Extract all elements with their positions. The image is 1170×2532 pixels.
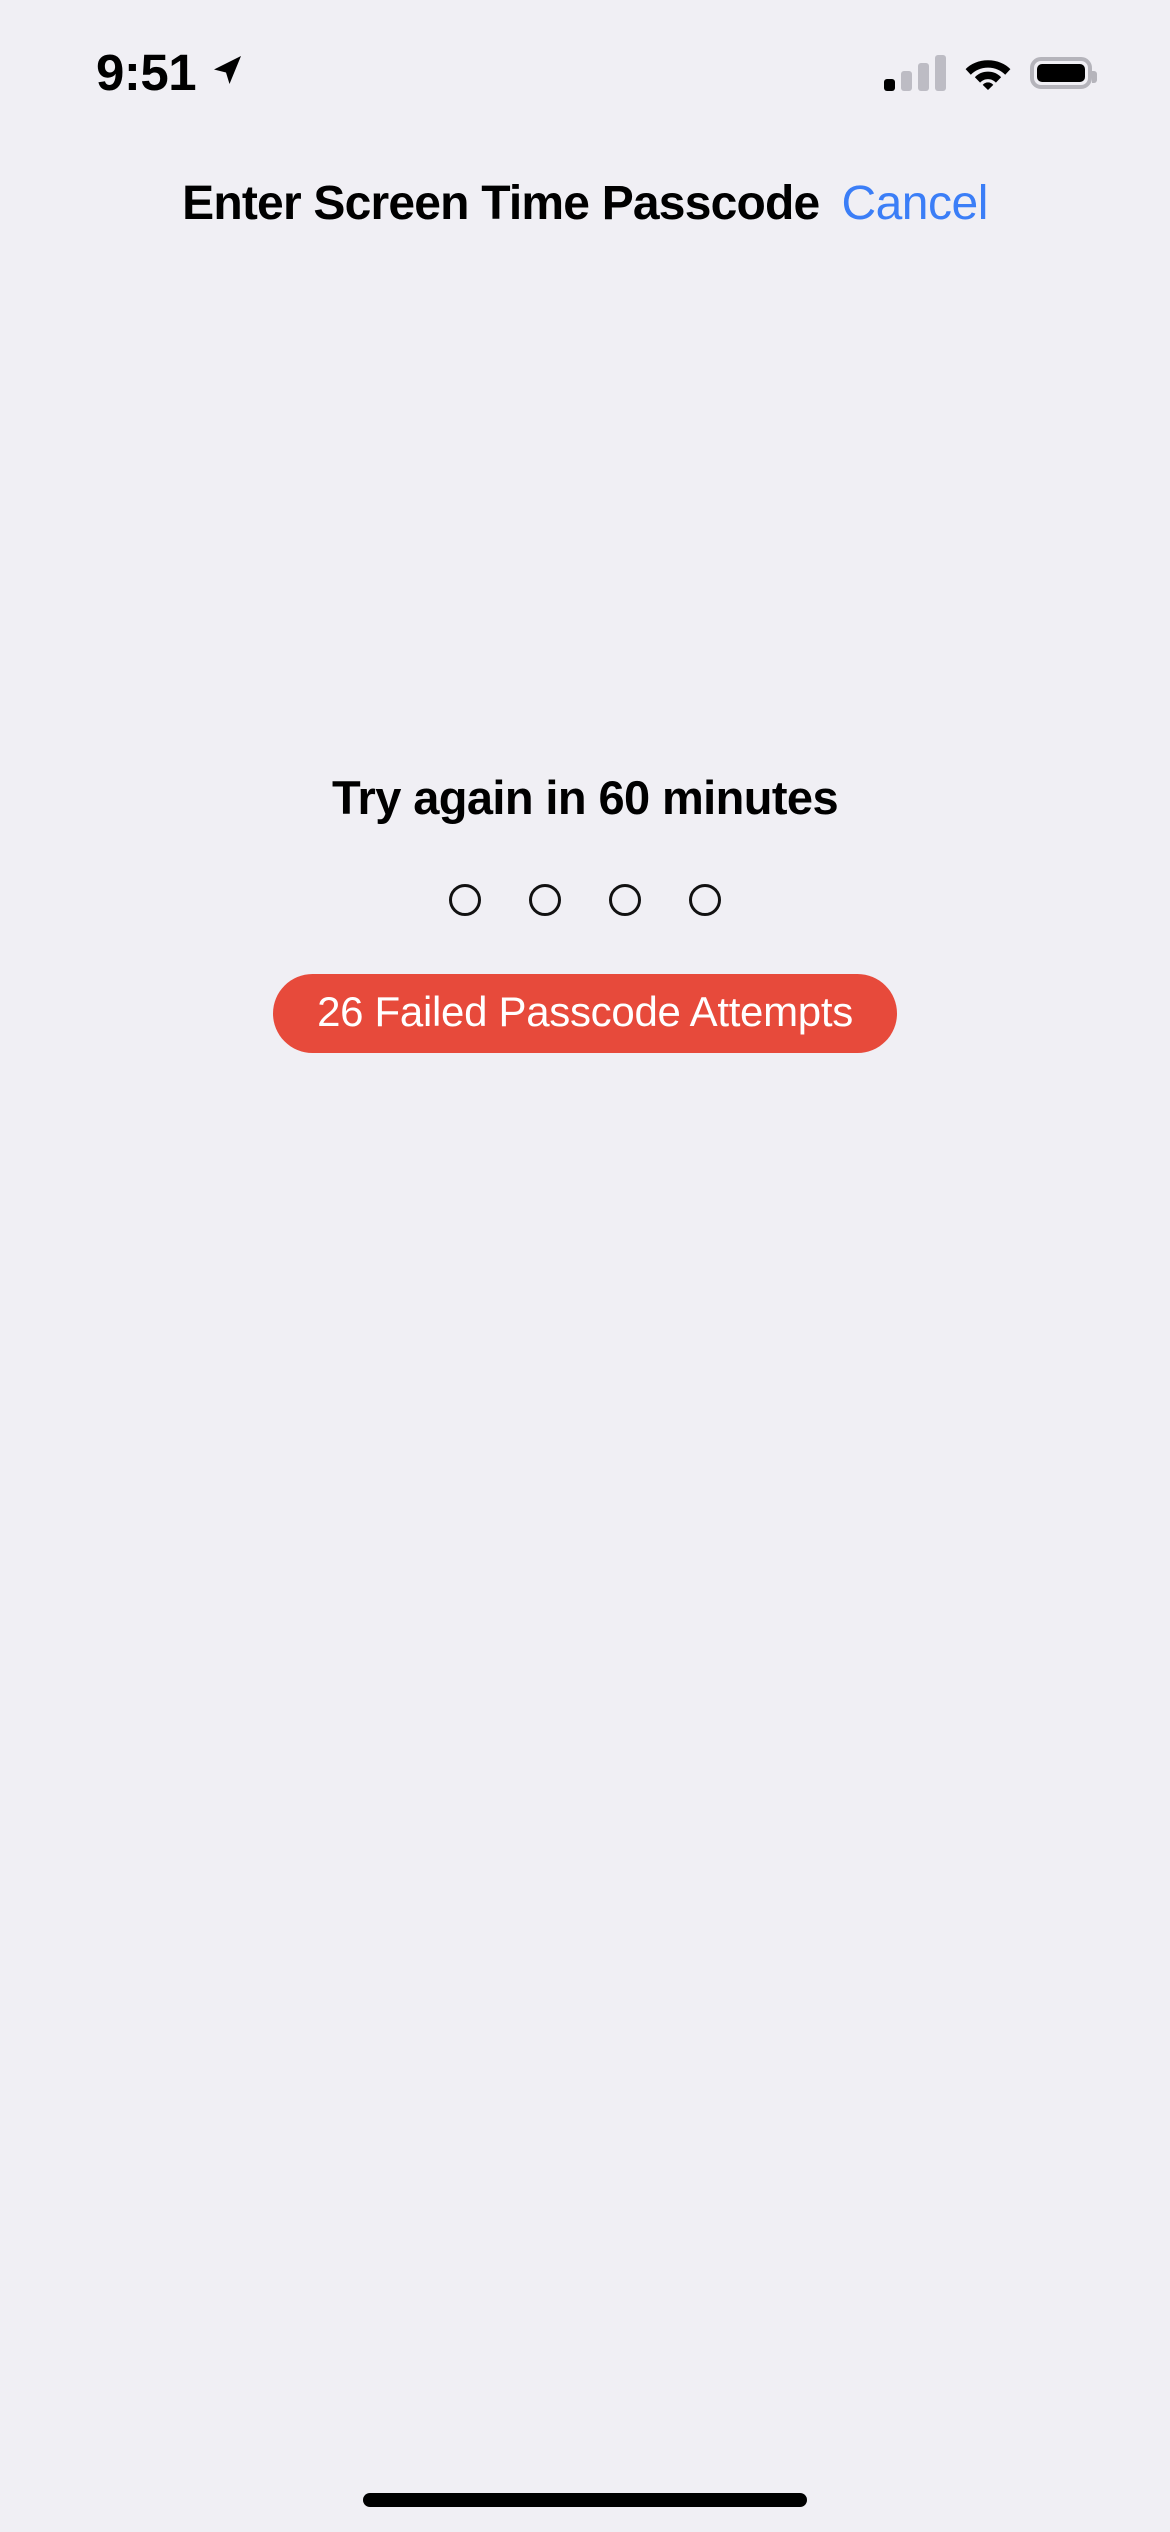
- passcode-entry-area: Try again in 60 minutes 26 Failed Passco…: [0, 770, 1170, 1054]
- battery-fill: [1037, 64, 1085, 82]
- signal-bar-3: [918, 63, 929, 91]
- cancel-button[interactable]: Cancel: [841, 177, 988, 231]
- page-title: Enter Screen Time Passcode: [182, 177, 820, 230]
- status-bar: 9:51: [0, 0, 1170, 130]
- signal-bar-2: [901, 71, 912, 91]
- passcode-dots[interactable]: [449, 884, 721, 917]
- location-arrow-icon: [210, 56, 244, 87]
- signal-bar-4: [935, 55, 946, 91]
- status-bar-right: [884, 55, 1097, 91]
- status-bar-clock: 9:51: [96, 43, 197, 101]
- signal-bar-1: [884, 79, 895, 91]
- failed-attempts-badge: 26 Failed Passcode Attempts: [273, 974, 897, 1054]
- battery-icon: [1030, 57, 1097, 89]
- passcode-dot-1: [449, 884, 481, 917]
- retry-message: Try again in 60 minutes: [332, 771, 839, 824]
- passcode-dot-2: [529, 884, 561, 917]
- cellular-signal-icon: [884, 55, 946, 91]
- home-indicator[interactable]: [363, 2493, 807, 2507]
- wifi-icon: [965, 56, 1011, 90]
- passcode-dot-4: [689, 884, 721, 917]
- header-bar: Enter Screen Time Passcode Cancel: [0, 177, 1170, 231]
- passcode-dot-3: [609, 884, 641, 917]
- status-bar-left: 9:51: [96, 47, 244, 98]
